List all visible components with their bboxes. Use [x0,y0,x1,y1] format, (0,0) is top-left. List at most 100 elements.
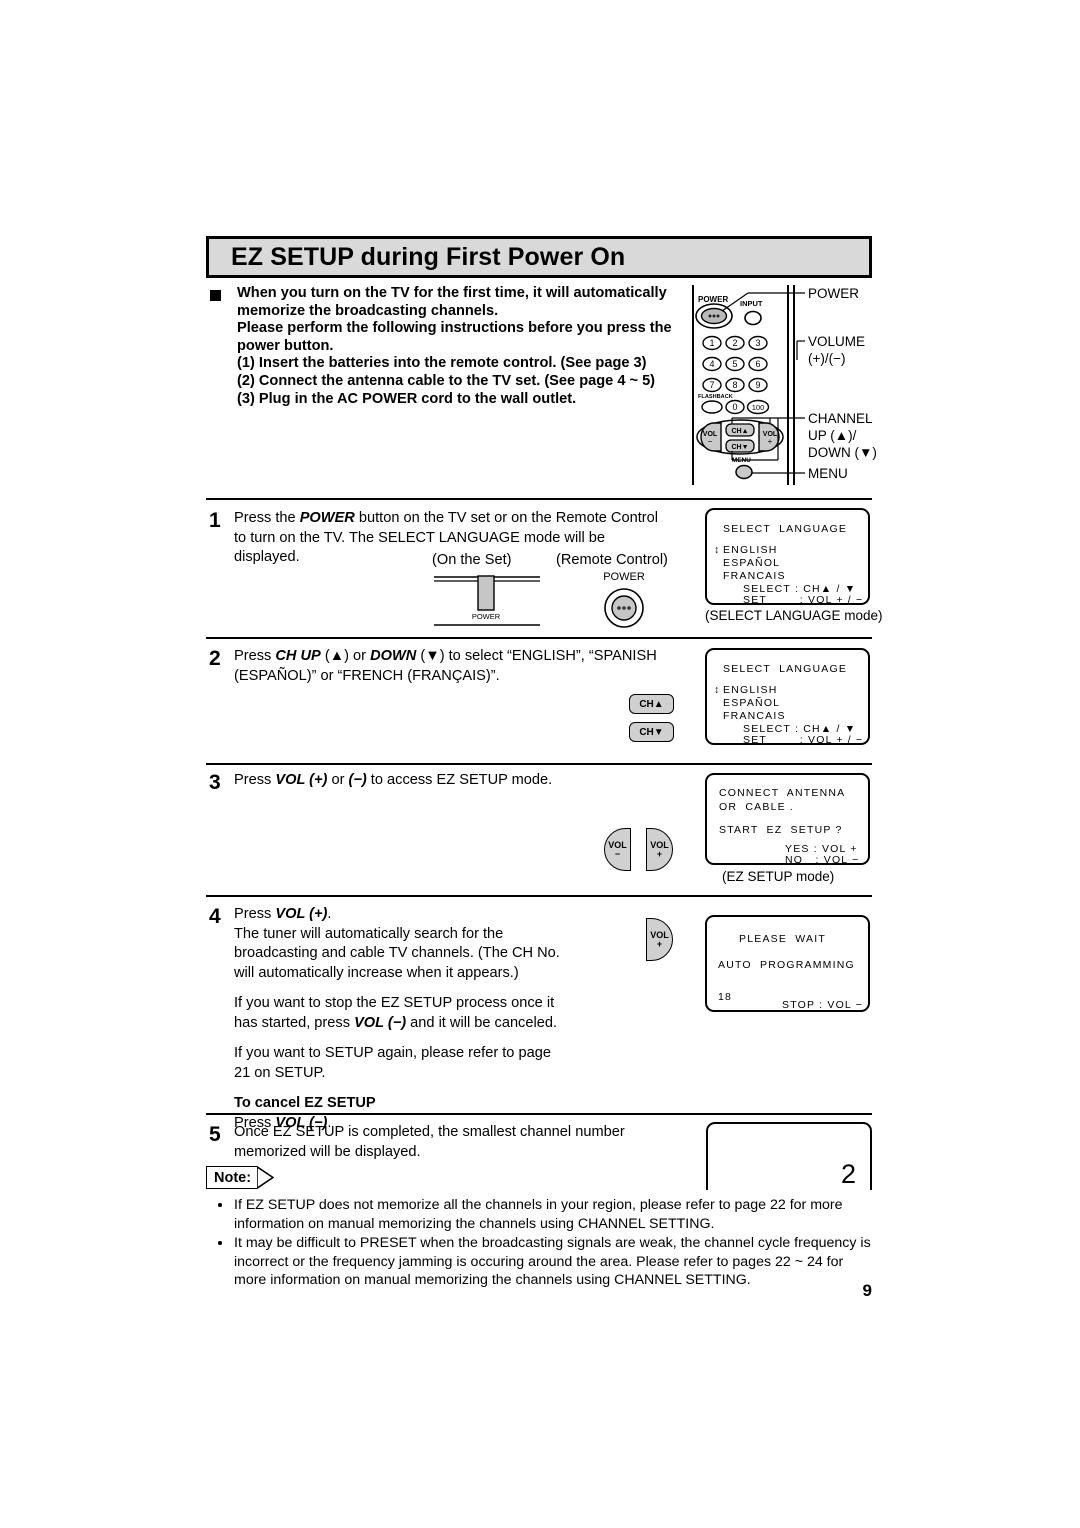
svg-text:POWER: POWER [603,571,645,583]
step-3-line-1: Press VOL (+) or (−) to access EZ SETUP … [234,772,553,788]
osd4-line-2: AUTO PROGRAMMING [718,959,855,971]
svg-text:3: 3 [755,338,760,348]
step-4-line-7: If you want to SETUP again, please refer… [234,1045,551,1061]
osd-select-language-2: SELECT LANGUAGE ↕ ENGLISH ESPAÑOL FRANCA… [705,648,870,746]
osd-select-language-1: SELECT LANGUAGE ↕ ENGLISH ESPAÑOL FRANCA… [705,508,870,606]
svg-text:INPUT: INPUT [740,299,763,308]
svg-text:(+)/(−): (+)/(−) [808,351,846,366]
osd4-stop-row: STOP : VOL − [782,999,864,1011]
svg-text:0: 0 [732,402,737,412]
osd-ez-setup-caption: (EZ SETUP mode) [722,869,835,884]
note-arrow-icon [257,1166,275,1189]
note-item: If EZ SETUP does not memorize all the ch… [212,1196,874,1233]
note-list: If EZ SETUP does not memorize all the ch… [212,1196,874,1291]
step-2-line-2: (ESPAÑOL)” or “FRENCH (FRANÇAIS)”. [234,667,500,684]
bullet-dot-icon [218,1203,222,1207]
osd2-title: SELECT LANGUAGE [723,663,848,675]
intro-line-4: power button. [237,337,334,354]
intro-line-1: When you turn on the TV for the first ti… [237,285,667,301]
osd4-line-1: PLEASE WAIT [739,933,826,945]
step-3-text: Press VOL (+) or (−) to access EZ SETUP … [234,771,686,791]
step-5-line-2: memorized will be displayed. [234,1143,421,1160]
document-page: EZ SETUP during First Power On When you … [0,0,1080,1528]
osd1-option-francais: FRANCAIS [723,570,786,582]
remote-power-button-diagram: POWER [584,568,664,635]
on-the-set-power-diagram: POWER [432,572,542,633]
on-the-set-label: (On the Set) [432,552,512,568]
svg-text:VOLUME: VOLUME [808,334,865,349]
divider-5 [206,1113,872,1115]
osd1-title: SELECT LANGUAGE [723,523,848,535]
svg-text:POWER: POWER [472,612,501,621]
step-5-number: 5 [209,1123,221,1146]
svg-text:100: 100 [752,403,765,412]
intro-block: When you turn on the TV for the first ti… [210,285,690,408]
step-4-line-2: The tuner will automatically search for … [234,925,504,942]
note-item-text: It may be difficult to PRESET when the b… [234,1235,871,1288]
vol-plus-button[interactable]: VOL + [646,828,673,871]
displayed-channel-number: 2 [840,1159,856,1189]
step-5-line-1: Once EZ SETUP is completed, the smallest… [234,1124,625,1140]
intro-sub-2: (2) Connect the antenna cable to the TV … [237,372,656,389]
step-4-line-1: Press VOL (+). [234,906,332,922]
intro-line-3: Please perform the following instruction… [237,320,672,337]
osd1-set-row: SET : VOL + / − [743,594,864,606]
svg-text:CH▲: CH▲ [731,428,748,435]
svg-text:MENU: MENU [808,466,848,481]
step-2-number: 2 [209,647,221,670]
vol-minus-button[interactable]: VOL − [604,828,631,871]
svg-text:FLASHBACK: FLASHBACK [698,394,733,400]
step-4-line-3: broadcasting and cable TV channels. (The… [234,945,560,961]
osd1-option-english: ENGLISH [723,544,778,556]
step-4-line-5: If you want to stop the EZ SETUP process… [234,995,555,1011]
osd3-line-1: CONNECT ANTENNA [719,787,846,799]
svg-text:2: 2 [732,338,737,348]
step-4-line-4: will automatically increase when it appe… [234,964,519,981]
remote-control-diagram: POWER INPUT 1 2 3 4 5 6 7 8 9 0 100 FLAS… [690,285,885,500]
svg-text:UP (▲)/: UP (▲)/ [808,428,857,443]
step-4-number: 4 [209,905,221,928]
vol-minus-sign: − [614,848,621,859]
divider-1 [206,498,872,500]
note-item-text: If EZ SETUP does not memorize all the ch… [234,1197,843,1232]
svg-text:DOWN (▼): DOWN (▼) [808,445,877,460]
intro-sub-3: (3) Plug in the AC POWER cord to the wal… [237,390,577,407]
svg-text:5: 5 [732,359,737,369]
step4-vol-plus-sign: + [656,938,663,949]
note-label: Note: [206,1166,258,1189]
svg-text:7: 7 [709,380,714,390]
osd3-no-row: NO : VOL − [785,854,860,866]
svg-text:CH▼: CH▼ [731,444,748,451]
intro-sub-1: (1) Insert the batteries into the remote… [237,355,647,372]
svg-text:−: − [708,437,713,446]
svg-text:8: 8 [732,380,737,390]
osd3-line-2: OR CABLE . [719,801,795,813]
page-title: EZ SETUP during First Power On [231,242,626,271]
intro-line-2: memorize the broadcasting channels. [237,302,499,319]
osd2-option-francais: FRANCAIS [723,710,786,722]
svg-text:9: 9 [755,380,760,390]
step-2-line-1: Press CH UP (▲) or DOWN (▼) to select “E… [234,648,657,664]
divider-2 [206,637,872,639]
osd3-line-3: START EZ SETUP ? [719,824,843,836]
osd2-option-espanol: ESPAÑOL [723,697,781,709]
svg-text:POWER: POWER [698,295,728,304]
square-bullet-icon [210,290,221,301]
note-item: It may be difficult to PRESET when the b… [212,1234,874,1290]
section-title-bar: EZ SETUP during First Power On [206,236,872,278]
step-4-text: Press VOL (+). The tuner will automatica… [234,905,586,1133]
step-3-number: 3 [209,771,221,794]
osd2-option-english: ENGLISH [723,684,778,696]
remote-control-label: (Remote Control) [556,552,668,568]
ch-up-button[interactable]: CH▲ [629,694,674,714]
ch-down-button[interactable]: CH▼ [629,722,674,742]
step-4-cancel-heading: To cancel EZ SETUP [234,1095,376,1111]
step-4-line-6: has started, press VOL (−) and it will b… [234,1014,557,1031]
bullet-dot-icon [218,1241,222,1245]
vol-plus-sign: + [656,848,663,859]
step4-vol-plus-button[interactable]: VOL + [646,918,673,961]
step-2-text: Press CH UP (▲) or DOWN (▼) to select “E… [234,647,686,686]
svg-text:MENU: MENU [732,457,751,464]
step-5-text: Once EZ SETUP is completed, the smallest… [234,1123,686,1162]
osd2-set-row: SET : VOL + / − [743,734,864,746]
